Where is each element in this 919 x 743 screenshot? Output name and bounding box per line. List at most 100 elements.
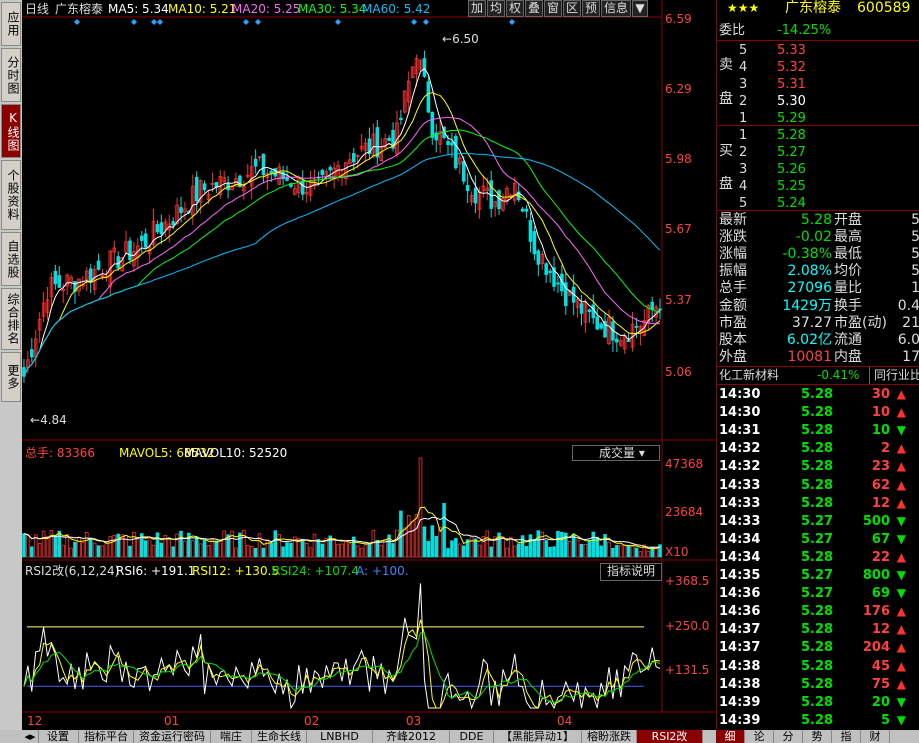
indicator-tab[interactable]: 指标平台 <box>79 730 134 743</box>
stat-value: 2.08% <box>787 263 832 280</box>
nav-kline[interactable]: K线图 <box>1 104 21 158</box>
sell-level-row: 4 5.32 <box>717 59 919 76</box>
candle-body <box>544 263 548 275</box>
stat-label: 涨跌 <box>719 229 747 246</box>
quote-tab[interactable]: 指 <box>832 730 861 743</box>
quote-tab[interactable]: 细 <box>716 730 745 743</box>
toolbar-range-button[interactable]: 区 <box>563 0 581 17</box>
quote-tab[interactable]: 势 <box>803 730 832 743</box>
event-marker-icon <box>411 19 417 25</box>
nav-ranking[interactable]: 综合排名 <box>1 288 21 350</box>
volume-bar <box>552 546 556 558</box>
stat-label-2: 最高 <box>834 229 862 246</box>
volume-bar <box>257 533 262 558</box>
rsi24-legend: RSI24: +107.4 <box>272 564 360 578</box>
event-marker-icon <box>243 19 249 25</box>
indicator-tab[interactable]: 【黑能异动1】 <box>494 730 582 743</box>
volume-bar <box>175 533 179 558</box>
volume-bar <box>69 547 73 558</box>
indicator-tab[interactable]: 喘庄 <box>211 730 252 743</box>
volume-bar <box>587 540 592 558</box>
volume-bar <box>26 535 30 558</box>
indicator-tab[interactable]: LNBHD <box>307 730 373 743</box>
tick-row: 14:35 5.27 800 ▼ <box>717 567 919 584</box>
indicator-help-button[interactable]: 指标说明 <box>600 563 662 581</box>
indicator-tab[interactable]: DDE <box>450 730 494 743</box>
volume-bar <box>516 543 521 558</box>
volume-bar <box>210 539 215 558</box>
volume-bar <box>579 543 584 558</box>
tick-volume: 10 <box>871 423 890 439</box>
quote-tab[interactable]: 财 <box>861 730 890 743</box>
industry-compare-button[interactable]: 同行业比 <box>869 367 919 384</box>
toolbar-add-button[interactable]: 加 <box>468 0 486 17</box>
volume-bar <box>461 545 466 558</box>
toolbar-dropdown-icon[interactable]: ▼ <box>632 0 648 17</box>
toolbar-average-button[interactable]: 均 <box>487 0 505 17</box>
nav-watchlist[interactable]: 自选股 <box>1 232 21 286</box>
tick-time: 14:35 <box>719 568 761 583</box>
volume-bar <box>332 538 336 558</box>
tick-price: 5.28 <box>801 459 834 475</box>
tick-time: 14:30 <box>719 405 761 421</box>
toolbar-preview-button[interactable]: 预 <box>582 0 600 17</box>
quote-tab[interactable]: 分 <box>774 730 803 743</box>
tick-row: 14:33 5.27 500 ▼ <box>717 513 919 530</box>
volume-bar <box>391 543 395 558</box>
toolbar-window-button[interactable]: 窗 <box>544 0 562 17</box>
tick-volume: 30 <box>871 387 890 402</box>
nav-more[interactable]: 更多 <box>1 352 21 402</box>
rsi-a-legend: A: +100. <box>356 564 409 578</box>
ma5-line <box>23 67 661 377</box>
volume-bar <box>128 545 132 558</box>
kline-svg[interactable] <box>22 0 715 730</box>
volume-bar <box>222 530 226 558</box>
nav-profile[interactable]: 个股资料 <box>1 160 21 230</box>
candle-body <box>30 349 34 358</box>
candle-body <box>520 208 525 212</box>
volume-indicator-dropdown[interactable]: 成交量 ▾ <box>572 445 660 461</box>
tick-volume: 176 <box>862 604 890 620</box>
tick-volume: 500 <box>862 513 890 529</box>
event-marker-icon <box>151 19 157 25</box>
volume-bar <box>509 536 513 558</box>
toolbar-rights-button[interactable]: 权 <box>506 0 524 17</box>
volume-bar <box>57 530 62 558</box>
indicator-tab[interactable]: 齐峰2012 <box>373 730 450 743</box>
indicator-tab-bar: ◂▸ 设置 指标平台 资金运行密码 喘庄 生命长线 LNBHD 齐峰2012 DDE 【黑能异动1… <box>0 730 716 743</box>
indicator-tab[interactable]: 资金运行密码 <box>134 730 211 743</box>
candle-body <box>548 270 552 273</box>
date-axis-label: 02 <box>304 714 320 728</box>
tick-price: 5.28 <box>801 640 834 656</box>
volume-bar <box>53 535 58 558</box>
candle-body <box>320 169 325 175</box>
volume-bar <box>528 534 533 558</box>
volume-bar <box>375 539 380 558</box>
volume-bar <box>524 546 529 558</box>
sector-row[interactable]: 化工新材料 -0.41% 同行业比 <box>717 366 919 384</box>
indicator-tab[interactable]: 设置 <box>38 730 79 743</box>
rsi6-line <box>23 583 661 710</box>
toolbar-info-button[interactable]: 信息 <box>601 0 631 17</box>
nav-app[interactable]: 应用 <box>1 2 21 46</box>
indicator-tab[interactable]: RSI2改 <box>637 730 703 743</box>
indicator-tab[interactable]: 生命长线 <box>252 730 307 743</box>
candle-body <box>650 301 654 311</box>
candle-body <box>194 176 199 202</box>
quote-tab[interactable]: 论 <box>745 730 774 743</box>
sell-price: 5.32 <box>777 60 806 75</box>
candle-body <box>532 231 537 255</box>
tick-volume: 12 <box>871 495 890 511</box>
stat-row: 振幅 2.08% 均价 5 <box>717 263 919 280</box>
stat-label-2: 流通 <box>834 331 862 348</box>
volume-bar <box>450 540 454 558</box>
volume-bar <box>320 543 325 558</box>
quote-title-bar: ★★★ 广东榕泰 600589 <box>717 0 919 18</box>
indicator-tab[interactable]: 榕盼涨跌 <box>582 730 637 743</box>
toolbar-overlay-button[interactable]: 叠 <box>525 0 543 17</box>
nav-timeshare[interactable]: 分时图 <box>1 48 21 102</box>
price-axis-label: 5.37 <box>665 293 692 307</box>
volume-bar <box>446 548 450 558</box>
volume-bar <box>281 546 285 558</box>
tab-scroll-left-icon[interactable]: ◂▸ <box>22 730 39 743</box>
